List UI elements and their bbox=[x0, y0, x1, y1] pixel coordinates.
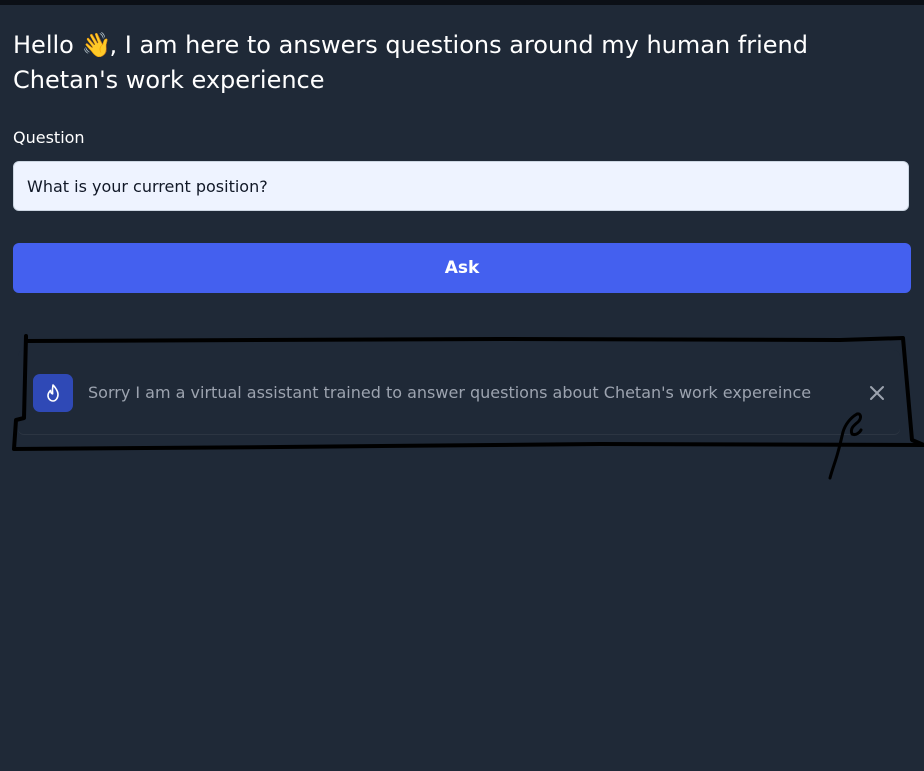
question-input[interactable] bbox=[13, 161, 909, 211]
fire-icon-svg bbox=[47, 384, 59, 402]
fire-icon bbox=[33, 374, 73, 412]
wave-emoji: 👋 bbox=[81, 31, 112, 59]
page: Hello 👋, I am here to answers questions … bbox=[0, 0, 924, 771]
heading-hello: Hello bbox=[13, 31, 74, 59]
heading-rest: , I am here to answers questions around … bbox=[13, 31, 809, 94]
question-label: Question bbox=[13, 128, 85, 147]
ask-button[interactable]: Ask bbox=[13, 243, 911, 293]
close-icon[interactable] bbox=[866, 382, 888, 404]
error-toast: Sorry I am a virtual assistant trained t… bbox=[18, 350, 900, 434]
close-icon-svg bbox=[870, 386, 884, 400]
page-heading: Hello 👋, I am here to answers questions … bbox=[13, 28, 893, 98]
toast-message: Sorry I am a virtual assistant trained t… bbox=[88, 383, 812, 402]
